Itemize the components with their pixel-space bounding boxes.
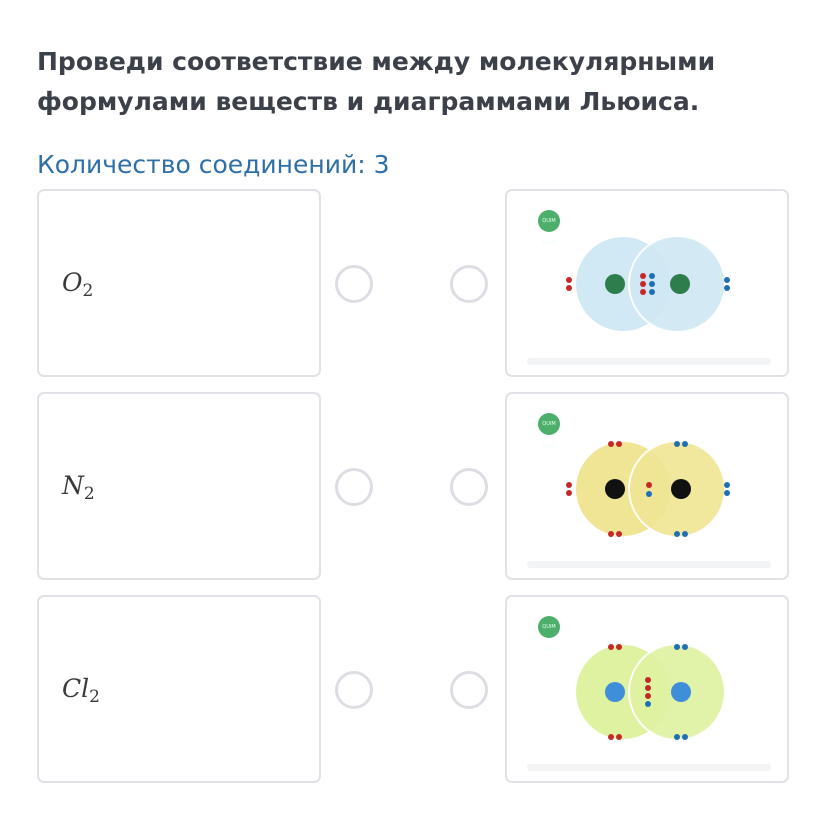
lewis-diagram-2 — [566, 440, 730, 538]
left-radio-1[interactable] — [335, 265, 373, 303]
question-title: Проведи соответствие между молекулярными… — [37, 47, 716, 116]
right-radio-2[interactable] — [450, 468, 488, 506]
caption-bar — [527, 358, 771, 365]
caption-bar — [527, 561, 771, 568]
lewis-diagram-3 — [574, 643, 726, 741]
connections-count: Количество соединений: 3 — [37, 150, 390, 179]
caption-bar — [527, 764, 771, 771]
left-radio-3[interactable] — [335, 671, 373, 709]
quimland-logo: QUIM Land — [538, 413, 560, 449]
left-radio-2[interactable] — [335, 468, 373, 506]
lewis-card-2[interactable]: QUIM Land — [505, 392, 789, 580]
quimland-logo: QUIM Land — [538, 210, 560, 246]
formula-card-cl2[interactable]: Cl2 — [37, 595, 321, 783]
lewis-card-1[interactable]: QUIM Land — [505, 189, 789, 377]
quimland-logo: QUIM Land — [538, 616, 560, 652]
lewis-card-3[interactable]: QUIM Land — [505, 595, 789, 783]
lewis-diagram-1 — [566, 235, 730, 333]
formula-text: N2 — [62, 471, 95, 504]
formula-card-n2[interactable]: N2 — [37, 392, 321, 580]
right-radio-1[interactable] — [450, 265, 488, 303]
right-radio-3[interactable] — [450, 671, 488, 709]
formula-text: Cl2 — [62, 674, 100, 707]
formula-text: O2 — [62, 268, 94, 301]
formula-card-o2[interactable]: O2 — [37, 189, 321, 377]
